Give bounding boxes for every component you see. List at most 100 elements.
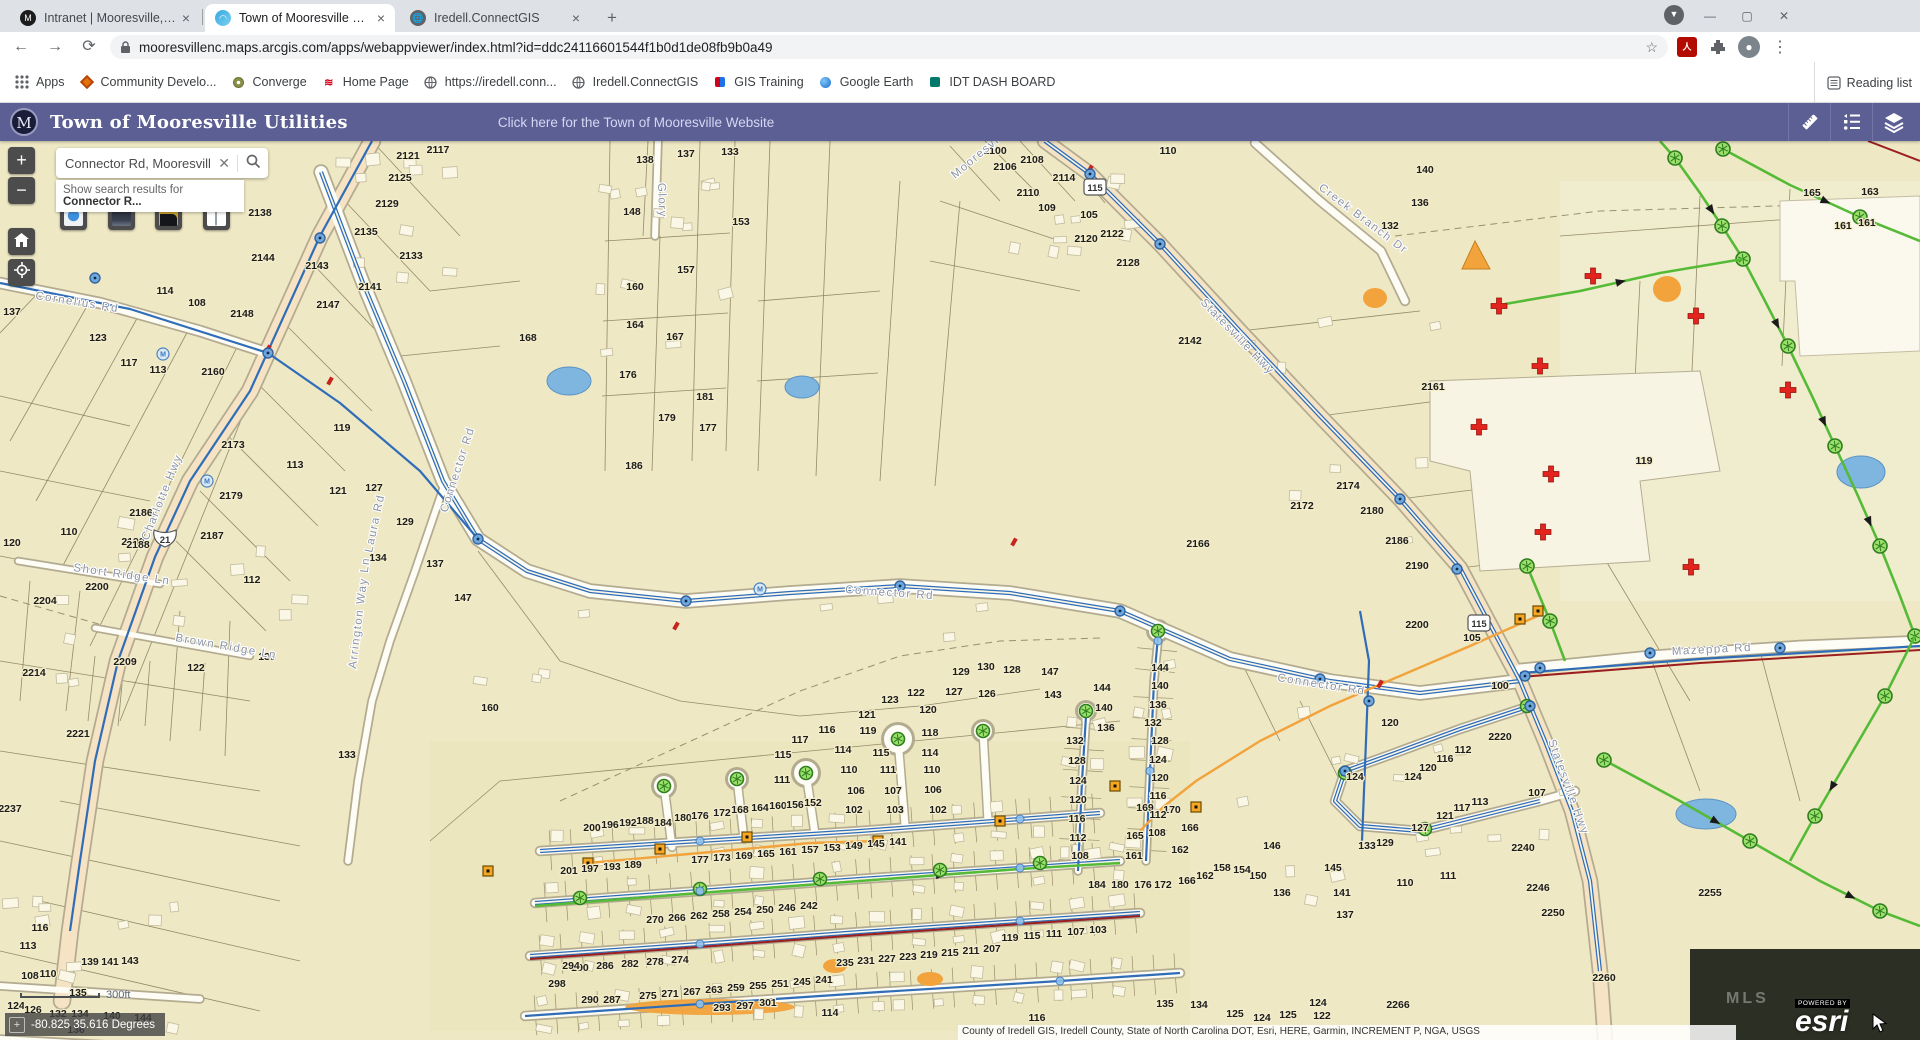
svg-text:M: M (757, 587, 763, 594)
svg-text:102: 102 (929, 804, 947, 816)
bookmark-community-development[interactable]: Community Develo... (79, 74, 217, 90)
measure-tool-button[interactable] (1788, 103, 1830, 141)
svg-text:2122: 2122 (1100, 228, 1124, 240)
coordinate-icon[interactable]: + (9, 1017, 25, 1033)
search-submit-button[interactable] (238, 154, 268, 173)
svg-text:2200: 2200 (85, 581, 109, 593)
svg-text:166: 166 (1181, 822, 1199, 834)
bookmark-apps[interactable]: Apps (14, 74, 65, 90)
search-suggestion[interactable]: Show search results for Connector R... (56, 180, 244, 212)
bookmark-iredell-connectgis[interactable]: Iredell.ConnectGIS (571, 74, 699, 90)
search-input[interactable] (56, 156, 211, 171)
refresh-icon[interactable]: ⟳ (76, 34, 102, 60)
mouse-cursor (1872, 1013, 1888, 1033)
svg-text:136: 136 (1097, 722, 1115, 734)
svg-text:181: 181 (696, 391, 714, 403)
town-website-link[interactable]: Click here for the Town of Mooresville W… (498, 115, 774, 130)
svg-text:267: 267 (683, 986, 701, 998)
zoom-in-button[interactable]: + (8, 147, 35, 174)
reading-list-button[interactable]: Reading list (1814, 62, 1912, 103)
tab-close-icon[interactable]: × (182, 10, 190, 26)
browser-menu-kebab-icon[interactable]: ⋮ (1768, 36, 1792, 58)
tab-close-icon[interactable]: × (377, 10, 385, 26)
bookmark-google-earth[interactable]: Google Earth (818, 74, 914, 90)
svg-text:2255: 2255 (1698, 887, 1722, 899)
svg-text:160: 160 (626, 281, 644, 293)
svg-text:165: 165 (1126, 830, 1144, 842)
svg-text:136: 136 (1411, 197, 1429, 209)
tab-intranet[interactable]: M Intranet | Mooresville, NC - Offic × (10, 4, 200, 32)
bookmark-idt-dashboard[interactable]: IDT DASH BOARD (927, 74, 1055, 90)
svg-text:127: 127 (365, 482, 383, 494)
arcgis-favicon: ◠ (215, 10, 231, 26)
zoom-out-button[interactable]: − (8, 177, 35, 204)
bookmark-label: IDT DASH BOARD (949, 75, 1055, 89)
gis-training-icon (712, 74, 728, 90)
suggestion-prefix: Show search results for (63, 184, 183, 196)
map-canvas[interactable]: MMM2111511521212117212521292135213321382… (0, 141, 1920, 1040)
svg-text:114: 114 (835, 744, 852, 756)
svg-text:2200: 2200 (1405, 619, 1429, 631)
svg-text:184: 184 (1088, 879, 1106, 891)
close-window-button[interactable]: ✕ (1767, 4, 1801, 28)
svg-text:123: 123 (89, 332, 107, 344)
svg-text:150: 150 (1249, 870, 1267, 882)
svg-text:2173: 2173 (221, 439, 245, 451)
tab-connectgis[interactable]: 🌐 Iredell.ConnectGIS × (400, 4, 590, 32)
svg-text:2246: 2246 (1526, 882, 1550, 894)
svg-text:271: 271 (661, 988, 679, 1000)
svg-text:123: 123 (881, 694, 899, 706)
svg-text:117: 117 (1454, 802, 1471, 814)
svg-text:290: 290 (581, 994, 599, 1006)
minimize-button[interactable]: — (1693, 4, 1727, 28)
bookmark-star-icon[interactable]: ☆ (1645, 39, 1658, 56)
svg-text:2106: 2106 (993, 161, 1017, 173)
home-extent-button[interactable] (8, 228, 35, 255)
svg-text:166: 166 (1178, 875, 1196, 887)
svg-text:148: 148 (623, 206, 641, 218)
svg-text:2121: 2121 (396, 150, 420, 162)
tab-utilities-active[interactable]: ◠ Town of Mooresville Utilities × (205, 4, 395, 32)
svg-text:2179: 2179 (219, 490, 243, 502)
svg-text:200: 200 (583, 822, 601, 834)
extensions-puzzle-icon[interactable] (1706, 36, 1730, 58)
svg-text:196: 196 (601, 819, 619, 831)
svg-text:140: 140 (1416, 164, 1434, 176)
svg-text:2266: 2266 (1386, 999, 1410, 1011)
svg-text:120: 120 (1381, 717, 1399, 729)
bookmark-home-page[interactable]: ≋ Home Page (321, 74, 409, 90)
new-tab-button[interactable]: + (600, 7, 624, 31)
address-bar[interactable]: mooresvillenc.maps.arcgis.com/apps/webap… (110, 35, 1668, 59)
app-header: M Town of Mooresville Utilities Click he… (0, 103, 1920, 141)
svg-text:136: 136 (1273, 887, 1291, 899)
profile-avatar[interactable]: ● (1737, 36, 1761, 58)
svg-text:111: 111 (1440, 870, 1457, 882)
svg-text:108: 108 (1148, 827, 1166, 839)
bookmark-gis-training[interactable]: GIS Training (712, 74, 803, 90)
svg-text:124: 124 (1404, 771, 1422, 783)
legend-button[interactable] (1830, 103, 1872, 141)
svg-text:2110: 2110 (1017, 187, 1040, 199)
bookmark-iredell-conn[interactable]: https://iredell.conn... (423, 74, 557, 90)
chrome-update-icon[interactable]: ▼ (1664, 5, 1684, 25)
svg-text:275: 275 (639, 990, 657, 1002)
clear-search-icon[interactable]: ✕ (211, 155, 238, 172)
maximize-button[interactable]: ▢ (1730, 4, 1764, 28)
back-icon[interactable]: ← (8, 34, 34, 60)
svg-text:M: M (160, 352, 166, 359)
tab-close-icon[interactable]: × (572, 10, 580, 26)
my-location-button[interactable] (8, 259, 35, 286)
svg-text:2129: 2129 (375, 198, 399, 210)
layers-button[interactable] (1872, 103, 1914, 141)
forward-icon[interactable]: → (42, 34, 68, 60)
svg-text:157: 157 (801, 844, 819, 856)
svg-text:172: 172 (713, 807, 731, 819)
svg-text:113: 113 (150, 364, 167, 376)
svg-text:259: 259 (727, 982, 745, 994)
svg-text:2214: 2214 (22, 667, 46, 679)
bookmark-label: Iredell.ConnectGIS (593, 75, 699, 89)
pdf-extension-icon[interactable]: 人 (1675, 36, 1699, 58)
bookmark-converge[interactable]: Converge (231, 74, 307, 90)
svg-text:167: 167 (666, 331, 684, 343)
svg-text:111: 111 (880, 764, 897, 776)
